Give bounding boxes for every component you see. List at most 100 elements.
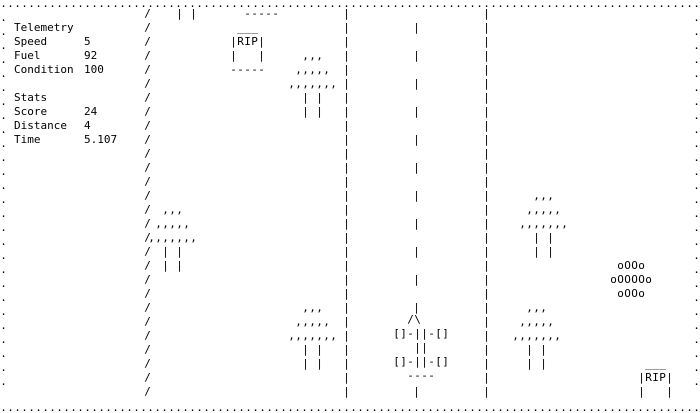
border-dot: . xyxy=(693,347,700,360)
border-dot: . xyxy=(399,0,406,10)
gravestone-glyph: R xyxy=(645,371,652,384)
bush-glyph: o xyxy=(617,287,624,300)
distance-value: 4 xyxy=(84,119,91,132)
gravestone-glyph: P xyxy=(251,35,258,48)
border-dot: . xyxy=(469,401,476,413)
tree-glyph: , xyxy=(330,77,337,90)
tree-trunk-glyph: | xyxy=(190,7,197,20)
road-divider: | xyxy=(343,161,350,174)
border-dot: . xyxy=(609,0,616,10)
lane-stripe: | xyxy=(413,385,420,398)
border-dot: . xyxy=(56,401,63,413)
tree-glyph: , xyxy=(302,301,309,314)
gravestone-glyph: - xyxy=(244,7,251,20)
tree-glyph: , xyxy=(155,231,162,244)
border-dot: . xyxy=(0,277,7,290)
border-dot: . xyxy=(392,401,399,413)
road-edge-left: / xyxy=(144,287,151,300)
tree-glyph: | xyxy=(176,259,183,272)
border-dot: . xyxy=(434,0,441,10)
road-divider: | xyxy=(343,21,350,34)
border-dot: . xyxy=(693,0,700,10)
border-dot: . xyxy=(441,0,448,10)
border-dot: . xyxy=(0,375,7,388)
tree-glyph: | xyxy=(526,343,533,356)
border-dot: . xyxy=(126,401,133,413)
tree-glyph: , xyxy=(512,329,519,342)
border-dot: . xyxy=(469,0,476,10)
border-dot: . xyxy=(595,401,602,413)
border-dot: . xyxy=(189,401,196,413)
border-dot: . xyxy=(0,305,7,318)
bush-glyph: O xyxy=(617,273,624,286)
border-dot: . xyxy=(427,401,434,413)
border-dot: . xyxy=(217,0,224,10)
player-car-glyph: | xyxy=(421,341,428,354)
road-divider: | xyxy=(483,371,490,384)
border-dot: . xyxy=(497,401,504,413)
border-dot: . xyxy=(357,0,364,10)
tree-glyph: , xyxy=(295,329,302,342)
bush-glyph: O xyxy=(624,273,631,286)
player-car-glyph: - xyxy=(407,355,414,368)
gravestone-glyph: | xyxy=(230,49,237,62)
bush-glyph: O xyxy=(631,259,638,272)
border-dot: . xyxy=(0,333,7,346)
tree-glyph: | xyxy=(162,245,169,258)
border-dot: . xyxy=(420,401,427,413)
border-dot: . xyxy=(210,401,217,413)
border-dot: . xyxy=(112,401,119,413)
border-dot: . xyxy=(35,0,42,10)
gravestone-glyph: I xyxy=(652,371,659,384)
road-divider: | xyxy=(343,7,350,20)
gravestone-glyph: I xyxy=(244,35,251,48)
border-dot: . xyxy=(336,0,343,10)
road-divider: | xyxy=(343,91,350,104)
player-car-glyph: - xyxy=(407,327,414,340)
distance-label: Distance xyxy=(14,119,67,132)
border-dot: . xyxy=(427,0,434,10)
road-divider: | xyxy=(343,147,350,160)
tree-glyph: , xyxy=(295,315,302,328)
player-car-glyph: ] xyxy=(400,355,407,368)
border-dot: . xyxy=(455,0,462,10)
road-divider: | xyxy=(483,35,490,48)
tree-glyph: , xyxy=(309,77,316,90)
tree-glyph: , xyxy=(302,77,309,90)
border-dot: . xyxy=(175,401,182,413)
tree-glyph: , xyxy=(540,315,547,328)
lane-stripe: | xyxy=(413,245,420,258)
border-dot: . xyxy=(693,179,700,192)
border-dot: . xyxy=(651,401,658,413)
player-car-glyph: - xyxy=(414,369,421,382)
road-divider: | xyxy=(343,105,350,118)
bush-glyph: o xyxy=(617,259,624,272)
border-dot: . xyxy=(581,401,588,413)
border-dot: . xyxy=(574,0,581,10)
tree-glyph: , xyxy=(526,315,533,328)
border-dot: . xyxy=(0,291,7,304)
border-dot: . xyxy=(665,401,672,413)
border-dot: . xyxy=(581,0,588,10)
border-dot: . xyxy=(686,0,693,10)
gravestone-glyph: | xyxy=(258,35,265,48)
border-dot: . xyxy=(252,401,259,413)
tree-glyph: | xyxy=(540,357,547,370)
border-dot: . xyxy=(315,401,322,413)
bush-glyph: o xyxy=(638,287,645,300)
border-dot: . xyxy=(497,0,504,10)
road-divider: | xyxy=(343,49,350,62)
border-dot: . xyxy=(210,0,217,10)
tree-glyph: , xyxy=(519,217,526,230)
border-dot: . xyxy=(525,401,532,413)
lane-stripe: | xyxy=(413,161,420,174)
tree-glyph: , xyxy=(302,315,309,328)
border-dot: . xyxy=(119,0,126,10)
border-dot: . xyxy=(63,401,70,413)
border-dot: . xyxy=(77,401,84,413)
player-car-glyph: [ xyxy=(435,327,442,340)
road-edge-left: / xyxy=(144,329,151,342)
border-dot: . xyxy=(637,0,644,10)
border-dot: . xyxy=(693,95,700,108)
road-divider: | xyxy=(483,301,490,314)
